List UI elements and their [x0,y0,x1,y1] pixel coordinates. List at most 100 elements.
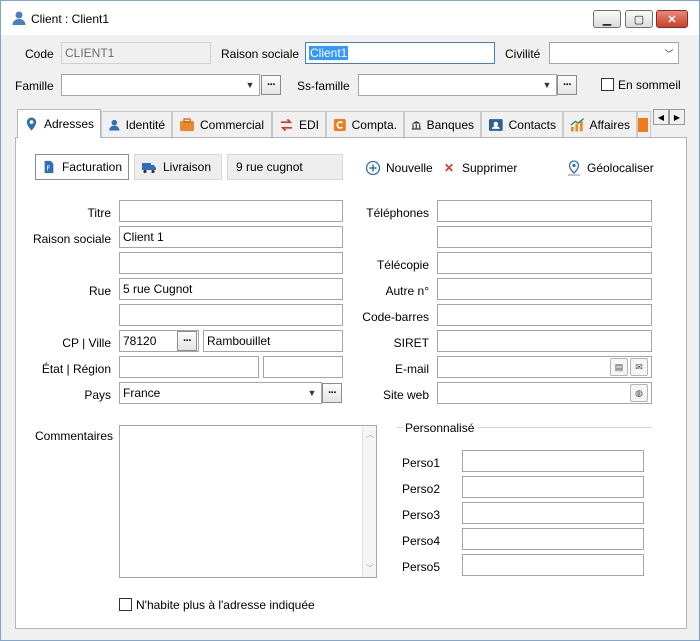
address-book-icon: ▤ [614,361,624,372]
accounting-c-icon [333,118,346,131]
client-window: Client : Client1 ▁ ▢ ✕ Code CLIENT1 Rais… [0,0,700,641]
subtab-address-extra[interactable]: 9 rue cugnot [227,154,343,180]
supprimer-button[interactable]: ✕ Supprimer [441,160,517,176]
perso2-label: Perso2 [402,482,441,496]
ellipsis-icon: ··· [563,79,572,91]
tab-label: Identité [125,117,165,132]
tab-label: Banques [426,117,474,132]
pays-select[interactable]: France ▼ [119,382,322,404]
perso4-label: Perso4 [402,534,441,548]
email-contacts-button[interactable]: ▤ [610,358,628,376]
tab-scroll-right-button[interactable]: ▶ [669,109,685,125]
perso4-field[interactable] [462,528,644,550]
autre-numero-field[interactable] [437,278,652,300]
maximize-icon: ▢ [633,13,645,26]
tab-commercial[interactable]: Commercial [172,111,272,137]
en-sommeil-checkbox[interactable] [601,78,614,91]
ssfamille-browse-button[interactable]: ··· [557,75,577,95]
truck-icon [142,163,156,174]
invoice-icon: F [44,160,54,174]
en-sommeil-label: En sommeil [618,78,681,92]
tab-affaires[interactable]: Affaires [563,111,637,137]
dropdown-arrow-icon: ▼ [307,388,317,398]
tab-banques[interactable]: Banques [404,111,481,137]
raison-sociale-address-label: Raison sociale [32,232,111,246]
pays-browse-button[interactable]: ··· [322,383,342,403]
famille-select[interactable]: ▼ [61,74,260,96]
tab-adresses[interactable]: Adresses [17,109,101,138]
siret-label: SIRET [393,336,429,350]
site-web-label: Site web [382,388,429,402]
close-button[interactable]: ✕ [656,10,688,28]
region-field[interactable] [263,356,343,378]
tab-edi[interactable]: EDI [272,111,326,137]
raison-sociale-address-field[interactable]: Client 1 [119,226,343,248]
person-icon [109,119,120,131]
raison-sociale-field[interactable]: Client1 [305,42,495,64]
raison-sociale-2-field[interactable] [119,252,343,274]
civilite-select[interactable]: ﹀ [549,42,679,64]
pays-value: France [123,386,161,400]
titre-field[interactable] [119,200,343,222]
rue-field[interactable]: 5 rue Cugnot [119,278,343,300]
map-pin-icon [26,117,37,131]
exchange-arrows-icon [280,118,293,131]
tab-identite[interactable]: Identité [101,111,172,137]
cp-browse-button[interactable]: ··· [177,331,197,351]
tab-label: Adresses [43,117,94,131]
tab-label: Affaires [589,117,630,132]
subtab-facturation[interactable]: F Facturation [35,154,129,180]
site-web-field[interactable] [437,382,652,404]
arrow-left-icon: ◀ [657,112,665,122]
perso2-field[interactable] [462,476,644,498]
tab-overflow[interactable] [637,111,651,137]
perso5-field[interactable] [462,554,644,576]
open-website-button[interactable]: ◍ [630,384,648,402]
siret-field[interactable] [437,330,652,352]
etat-field[interactable] [119,356,259,378]
close-icon: ✕ [667,13,677,26]
minimize-button[interactable]: ▁ [593,10,621,28]
telecopie-field[interactable] [437,252,652,274]
group-divider [397,427,403,428]
arrow-right-icon: ▶ [673,112,681,122]
geolocaliser-button[interactable]: Géolocaliser [566,160,654,176]
ssfamille-label: Ss-famille [297,79,350,93]
tab-scroll-left-button[interactable]: ◀ [653,109,669,125]
nouvelle-label: Nouvelle [386,161,433,175]
perso3-label: Perso3 [402,508,441,522]
telephone-1-field[interactable] [437,200,652,222]
chevron-down-icon: ﹀ [664,48,674,59]
perso1-field[interactable] [462,450,644,472]
raison-sociale-value: Client1 [309,46,349,60]
famille-browse-button[interactable]: ··· [261,75,281,95]
rue-2-field[interactable] [119,304,343,326]
nhabite-plus-checkbox[interactable] [119,598,132,611]
tab-compta[interactable]: Compta. [326,111,404,137]
email-envelope-icon: ✉ [635,361,643,372]
tab-label: Compta. [351,117,397,132]
globe-icon: ◍ [635,387,643,398]
nouvelle-button[interactable]: Nouvelle [365,160,433,176]
delete-x-icon: ✕ [443,161,455,175]
code-barres-field[interactable] [437,304,652,326]
email-send-button[interactable]: ✉ [630,358,648,376]
window-title: Client : Client1 [31,12,110,26]
ville-field[interactable]: Rambouillet [203,330,343,352]
pays-label: Pays [84,388,111,402]
plus-circle-icon [365,160,381,176]
code-field[interactable]: CLIENT1 [61,42,211,64]
commentaires-textarea[interactable]: ︿ ﹀ [119,425,377,578]
perso3-field[interactable] [462,502,644,524]
telephone-2-field[interactable] [437,226,652,248]
scroll-up-icon: ︿ [366,430,374,439]
tab-contacts[interactable]: Contacts [481,111,563,137]
rue-label: Rue [88,284,111,298]
commentaires-scrollbar[interactable]: ︿ ﹀ [362,426,376,577]
geolocate-pin-icon [568,160,580,176]
orange-tab-icon [638,117,648,132]
maximize-button[interactable]: ▢ [625,10,653,28]
subtab-livraison[interactable]: Livraison [134,154,222,180]
ssfamille-select[interactable]: ▼ [358,74,557,96]
subtab-label: 9 rue cugnot [236,160,303,174]
